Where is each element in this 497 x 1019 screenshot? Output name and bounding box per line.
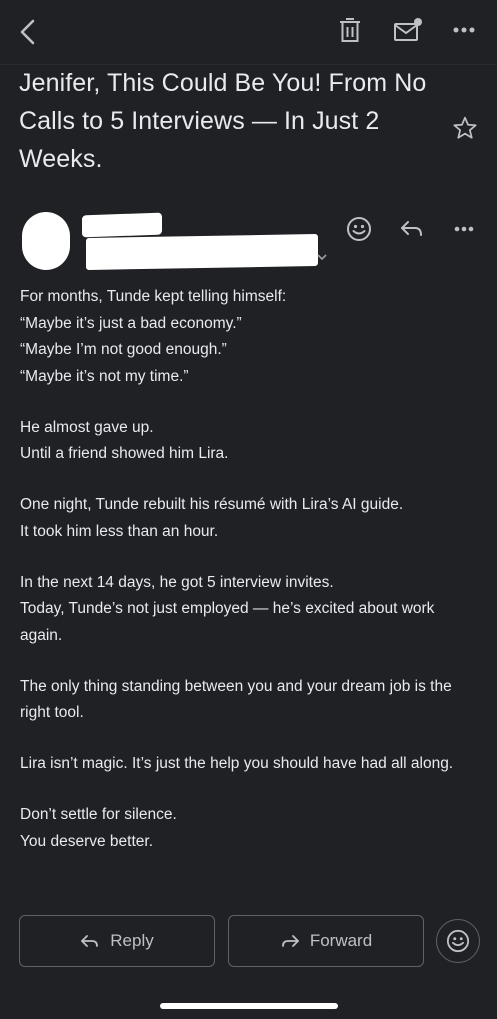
body-line: He almost gave up. [20, 418, 154, 436]
body-line: “Maybe it’s just a bad economy.” [20, 314, 242, 332]
body-paragraph: He almost gave up. Until a friend showed … [20, 415, 480, 468]
message-more-button[interactable] [449, 214, 479, 244]
sender-row [0, 200, 497, 271]
chevron-left-icon [20, 19, 35, 45]
reply-icon [81, 935, 99, 947]
body-line: Today, Tunde’s not just employed — he’s … [20, 600, 435, 644]
back-button[interactable] [10, 14, 46, 50]
reply-button-header[interactable] [397, 214, 427, 244]
body-line: Until a friend showed him Lira. [20, 445, 229, 462]
body-line: “Maybe I’m not good enough.” [20, 341, 227, 358]
body-line: You deserve better. [20, 832, 153, 850]
email-body: For months, Tunde kept telling himself: “… [20, 284, 480, 880]
avatar[interactable] [22, 212, 70, 270]
body-line: One night, Tunde rebuilt his résumé with… [20, 496, 404, 513]
email-subject: Jenifer, This Could Be You! From No Call… [19, 69, 427, 173]
body-paragraph: Lira isn’t magic. It’s just the help you… [20, 751, 480, 778]
add-reaction-button[interactable] [344, 214, 374, 244]
mark-unread-button[interactable] [388, 12, 428, 48]
emoji-reaction-button[interactable] [436, 919, 480, 963]
body-line: Lira isn’t magic. It’s just the help you… [20, 755, 454, 772]
home-indicator[interactable] [160, 1003, 338, 1009]
forward-label: Forward [309, 931, 373, 950]
body-line: Don’t settle for silence. [20, 806, 177, 823]
reply-button[interactable]: Reply [19, 915, 215, 967]
mail-unread-icon [394, 18, 422, 41]
expand-details-button[interactable] [316, 248, 328, 266]
emoji-smile-icon [446, 929, 470, 953]
star-button[interactable] [450, 113, 480, 143]
more-horizontal-icon [454, 226, 474, 232]
body-paragraph: For months, Tunde kept telling himself: “… [20, 284, 480, 390]
trash-icon [340, 18, 360, 42]
reply-label: Reply [110, 931, 154, 950]
body-line: “Maybe it’s not my time.” [20, 367, 189, 385]
body-paragraph: Don’t settle for silence. You deserve bet… [20, 802, 480, 855]
body-line: For months, Tunde kept telling himself: [20, 288, 287, 305]
reply-icon [401, 221, 422, 236]
star-outline-icon [453, 116, 477, 139]
emoji-smile-icon [347, 217, 371, 241]
body-line: In the next 14 days, he got 5 interview … [20, 573, 334, 591]
body-line: The only thing standing between you and … [20, 677, 452, 722]
chevron-down-icon [317, 254, 327, 261]
forward-icon [281, 935, 299, 947]
forward-button[interactable]: Forward [228, 915, 424, 967]
sender-details-redacted[interactable] [86, 233, 318, 271]
body-paragraph: In the next 14 days, he got 5 interview … [20, 570, 480, 650]
body-paragraph: The only thing standing between you and … [20, 674, 480, 727]
delete-button[interactable] [332, 12, 368, 48]
more-options-button[interactable] [446, 12, 482, 48]
more-horizontal-icon [453, 27, 475, 33]
sender-name-redacted [82, 212, 162, 238]
top-toolbar [0, 0, 497, 64]
body-line: It took him less than an hour. [20, 522, 219, 540]
body-paragraph: One night, Tunde rebuilt his résumé with… [20, 492, 480, 545]
